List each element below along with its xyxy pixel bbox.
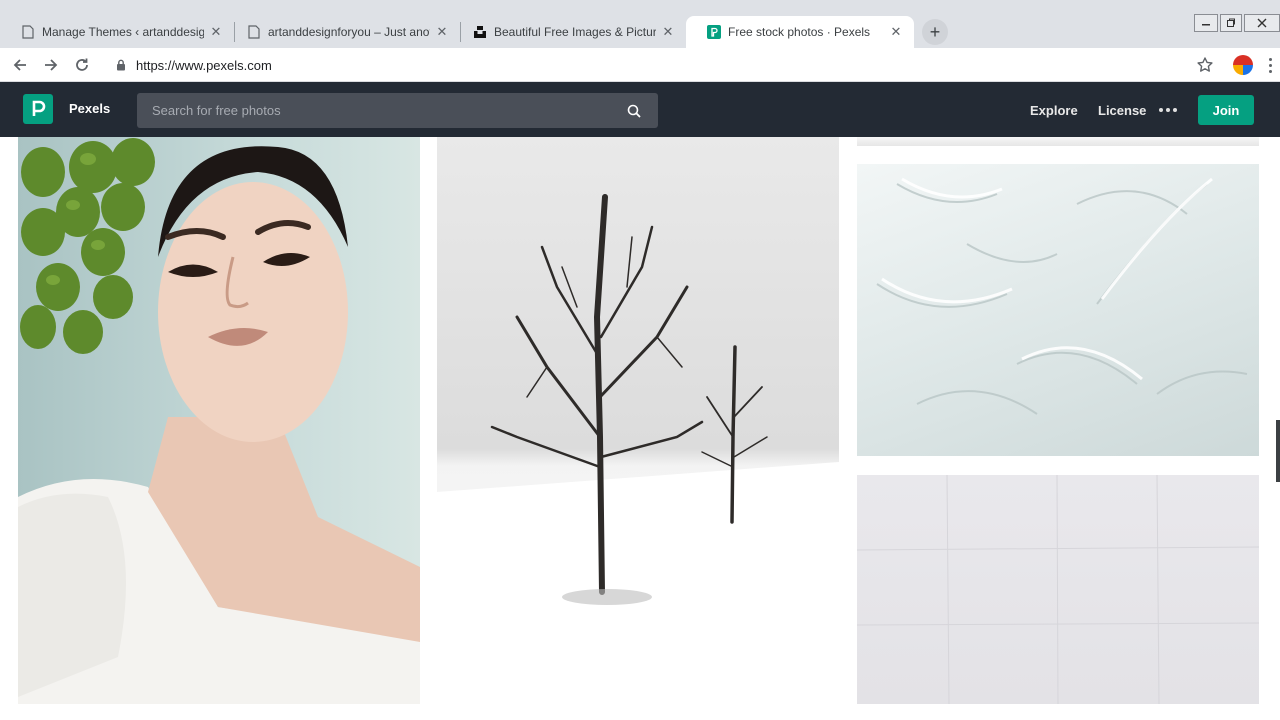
bookmark-star-icon[interactable] <box>1196 56 1214 74</box>
browser-tab-unsplash[interactable]: Beautiful Free Images & Pictures ✕ <box>452 16 686 48</box>
page-scrollbar-thumb[interactable] <box>1276 420 1280 482</box>
photo-trees-illustration <box>437 194 839 704</box>
pexels-logo[interactable] <box>23 94 53 124</box>
browser-tab-manage-themes[interactable]: Manage Themes ‹ artanddesignfo ✕ <box>0 16 234 48</box>
search-input[interactable] <box>137 93 624 128</box>
browser-menu-icon[interactable] <box>1266 56 1274 74</box>
window-close-button[interactable] <box>1244 14 1280 32</box>
browser-tab-strip: Manage Themes ‹ artanddesignfo ✕ artandd… <box>0 0 1280 48</box>
arrow-right-icon <box>45 59 58 71</box>
photo-bare-trees-in-snow[interactable] <box>437 137 839 704</box>
close-icon[interactable]: ✕ <box>660 24 676 40</box>
photo-wall-illustration <box>857 475 1259 704</box>
profile-avatar[interactable] <box>1233 55 1253 75</box>
url-text: https://www.pexels.com <box>136 57 272 73</box>
reload-icon <box>76 58 88 71</box>
new-tab-button[interactable]: + <box>922 19 948 45</box>
search-box[interactable] <box>137 93 658 128</box>
nav-explore-link[interactable]: Explore <box>1030 103 1078 118</box>
photo-woman-with-grapes[interactable] <box>18 137 420 704</box>
nav-license-link[interactable]: License <box>1098 103 1146 118</box>
back-button[interactable] <box>10 55 30 75</box>
photo-partial-top[interactable] <box>857 137 1259 146</box>
photo-plaster-illustration <box>876 177 1248 415</box>
browser-toolbar: https://www.pexels.com <box>0 48 1280 82</box>
arrow-left-icon <box>13 59 26 71</box>
more-icon[interactable] <box>1159 108 1177 112</box>
document-icon <box>20 24 36 40</box>
reload-button[interactable] <box>72 55 92 75</box>
browser-tab-pexels[interactable]: Free stock photos · Pexels ✕ <box>686 16 914 48</box>
site-header: Pexels Explore License Join <box>0 82 1280 137</box>
photo-woman-illustration <box>18 138 420 704</box>
close-icon[interactable]: ✕ <box>888 24 904 40</box>
close-icon[interactable]: ✕ <box>208 24 224 40</box>
lock-icon <box>114 58 128 72</box>
join-button[interactable]: Join <box>1198 95 1254 125</box>
forward-button[interactable] <box>41 55 61 75</box>
brand-name[interactable]: Pexels <box>69 101 110 116</box>
unsplash-icon <box>472 24 488 40</box>
address-bar[interactable]: https://www.pexels.com <box>104 51 1226 79</box>
search-icon[interactable] <box>624 101 644 121</box>
browser-tab-artanddesignforyou[interactable]: artanddesignforyou – Just anothe ✕ <box>226 16 460 48</box>
tab-title: Manage Themes ‹ artanddesignfo <box>42 25 204 39</box>
tab-title: Free stock photos · Pexels <box>728 25 871 39</box>
photo-white-wall-texture[interactable] <box>857 475 1259 704</box>
tab-title: Beautiful Free Images & Pictures <box>494 25 656 39</box>
photo-white-plaster-texture[interactable] <box>857 164 1259 456</box>
document-icon <box>246 24 262 40</box>
restore-button[interactable] <box>1220 14 1242 32</box>
minimize-button[interactable] <box>1194 14 1218 32</box>
tab-title: artanddesignforyou – Just anothe <box>268 25 430 39</box>
close-icon[interactable]: ✕ <box>434 24 450 40</box>
pexels-icon <box>706 24 722 40</box>
